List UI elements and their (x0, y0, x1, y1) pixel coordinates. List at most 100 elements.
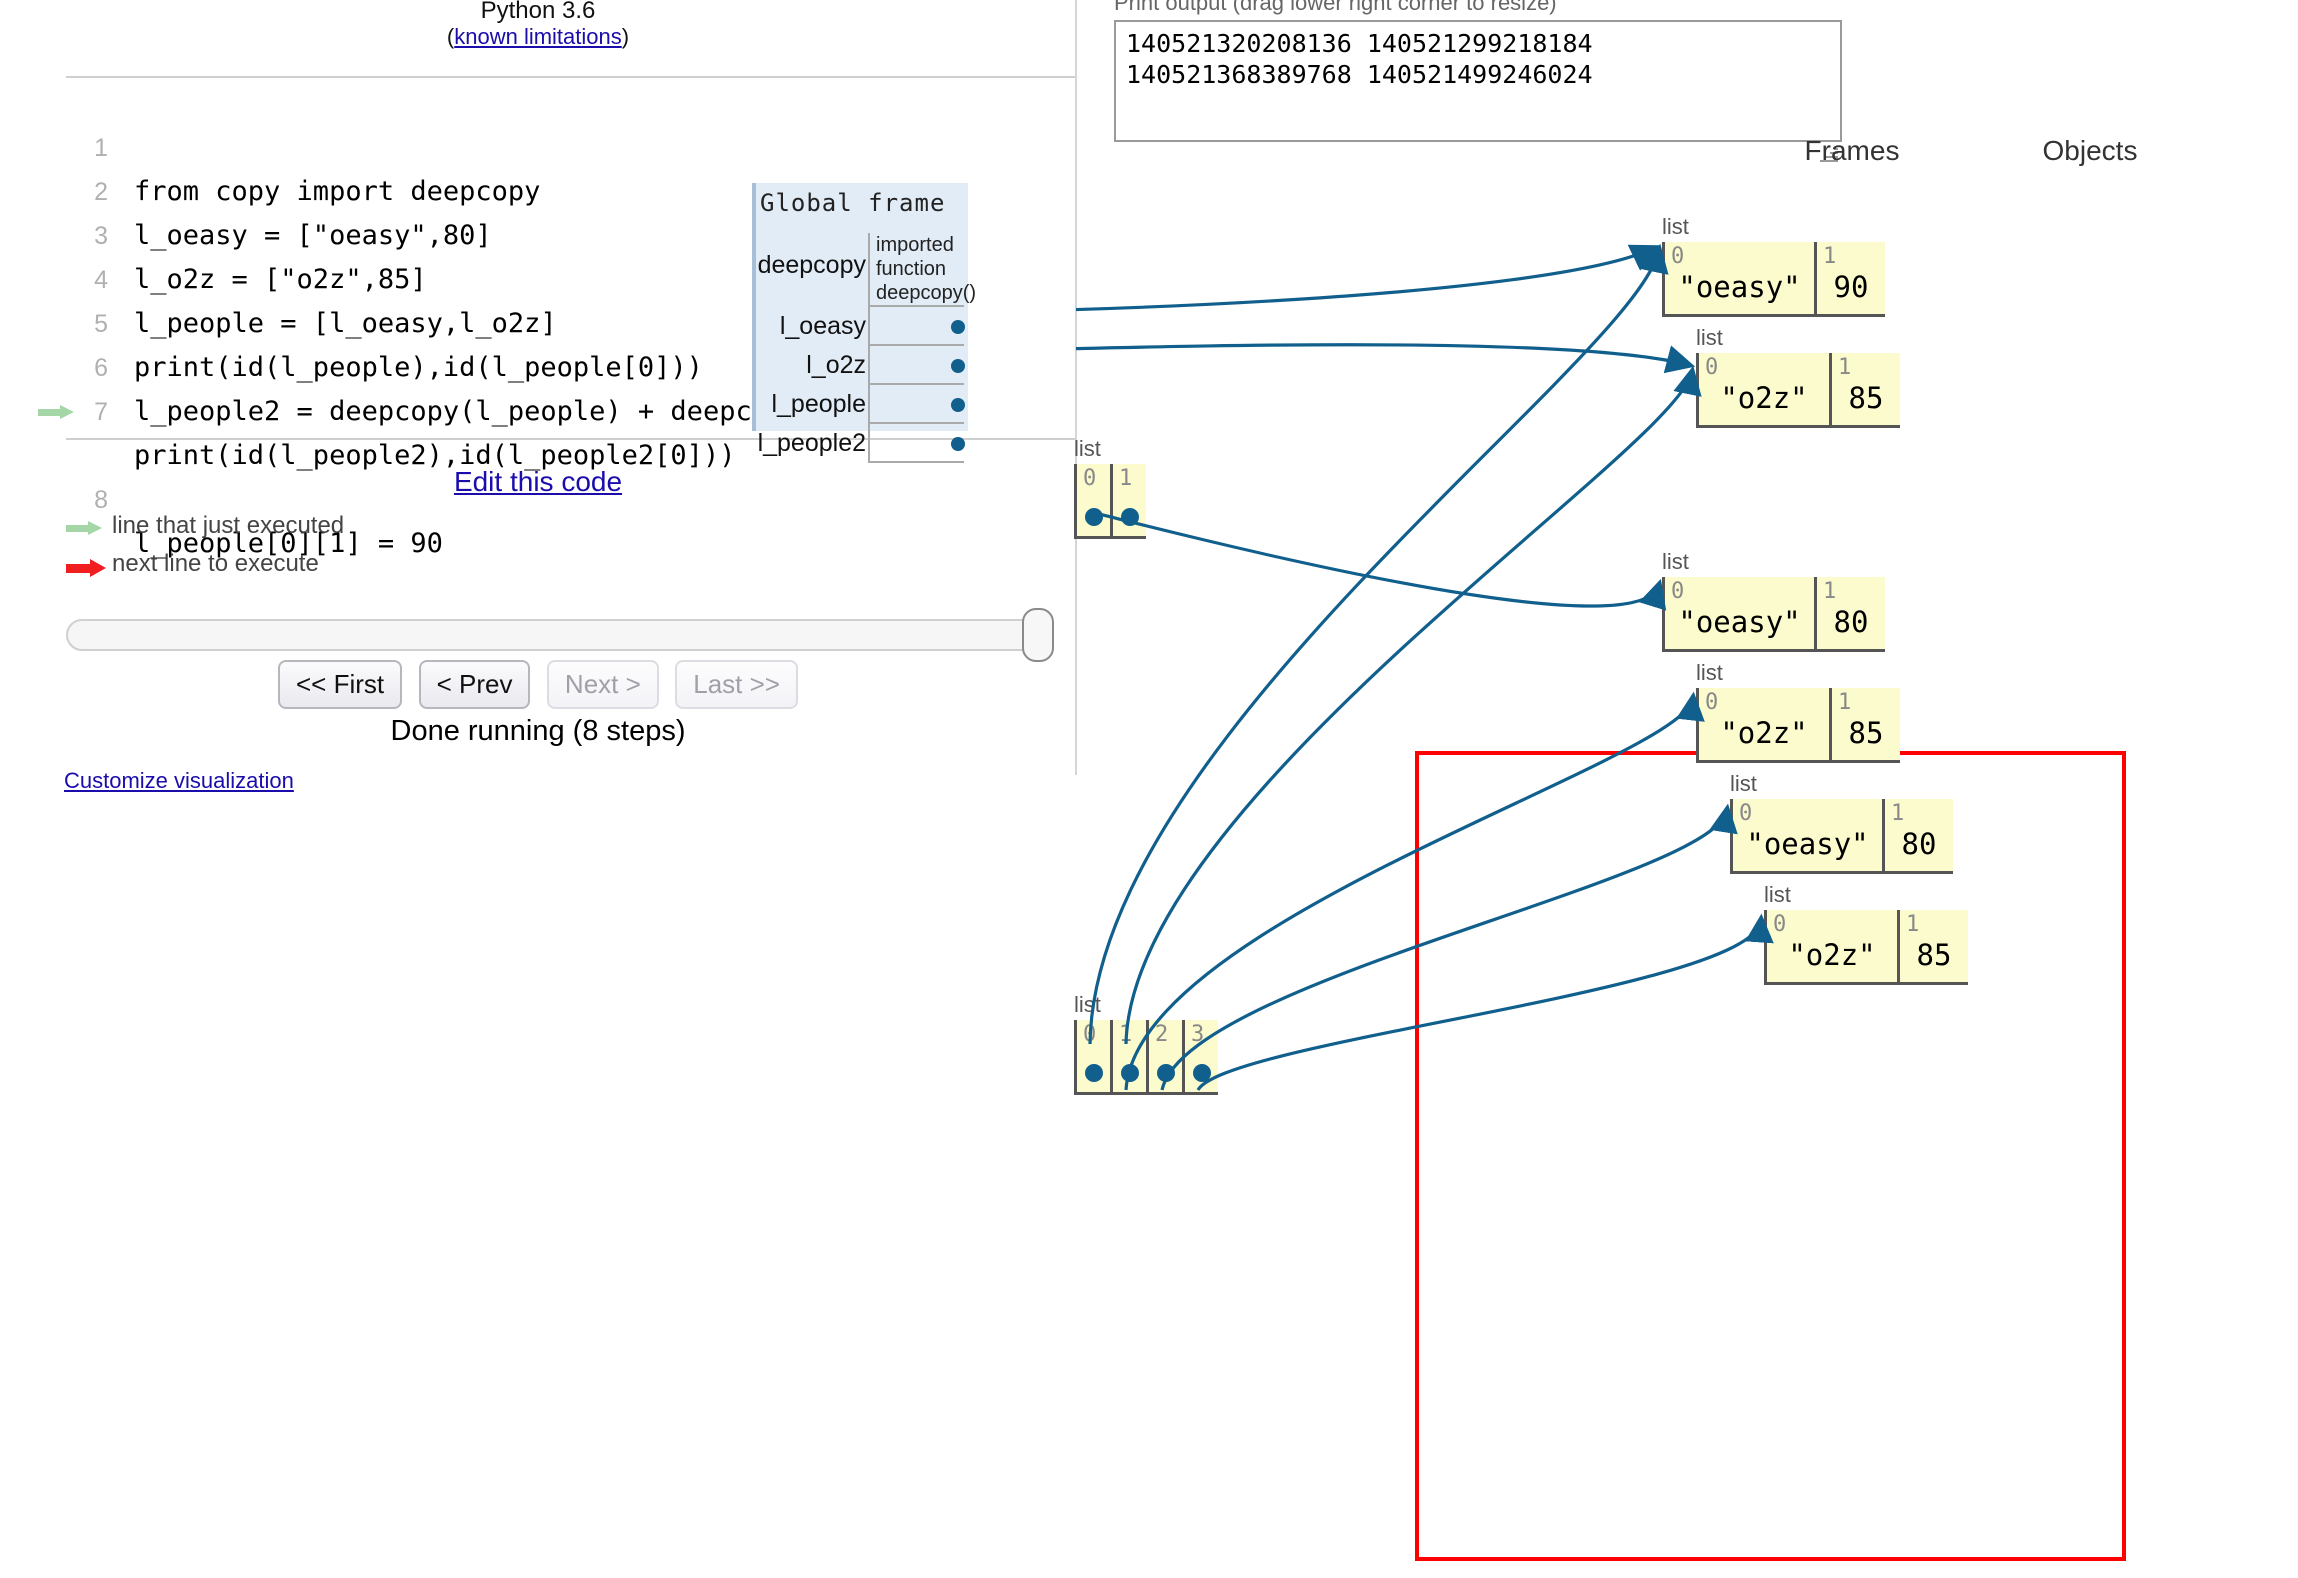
list-cell: 1 80 (1882, 799, 1953, 871)
list-cell: 0 (1074, 1020, 1110, 1092)
legend-executed-label: line that just executed (112, 512, 345, 539)
cell-index: 1 (1906, 912, 1920, 937)
cell-index: 0 (1739, 801, 1753, 826)
execution-status: Done running (8 steps) (390, 715, 686, 747)
objects-column-title: Objects (2042, 135, 2138, 166)
list-cell: 0 "oeasy" (1662, 242, 1814, 314)
frame-var-value: imported function deepcopy() (868, 233, 976, 307)
cell-index: 1 (1891, 801, 1905, 826)
object-type-label: list (1074, 436, 1101, 461)
object-type-label: list (1696, 325, 1723, 350)
list-cell: 1 (1110, 464, 1146, 536)
pointer-dot (951, 398, 965, 412)
cell-index: 2 (1155, 1022, 1169, 1047)
print-output-box: 140521320208136 140521299218184 14052136… (1114, 20, 1842, 142)
pointer-dot (1156, 1064, 1175, 1082)
cell-index: 1 (1119, 1022, 1133, 1047)
pointer-dot (1084, 508, 1103, 526)
list-cell: 1 85 (1897, 910, 1968, 982)
object-type-label: list (1074, 992, 1101, 1017)
object-type-label: list (1696, 660, 1723, 685)
known-limitations-link[interactable]: known limitations (454, 24, 622, 49)
frame-var-slot (868, 424, 964, 463)
cell-index: 0 (1773, 912, 1787, 937)
cell-index: 0 (1705, 690, 1719, 715)
code-line[interactable]: 1 from copy import deepcopy (66, 82, 1076, 207)
pointer-dot (1192, 1064, 1211, 1082)
list-cell: 0 (1074, 464, 1110, 536)
frame-var-slot (868, 346, 964, 385)
list-cell: 1 85 (1829, 688, 1900, 760)
frames-column-title: Frames (1804, 135, 1900, 166)
object-list: list 0 "o2z" 1 85 (1696, 325, 1900, 428)
first-button[interactable]: << First (278, 660, 403, 709)
pointer-dot (951, 437, 965, 451)
code-top-divider (66, 76, 1076, 78)
object-list: list 0 1 2 3 (1074, 992, 1218, 1095)
cell-index: 1 (1823, 244, 1837, 269)
list-cell: 0 "o2z" (1696, 688, 1829, 760)
object-type-label: list (1730, 771, 1757, 796)
cell-index: 1 (1838, 690, 1852, 715)
edit-this-code-link[interactable]: Edit this code (454, 466, 622, 497)
list-cell: 1 80 (1814, 577, 1885, 649)
red-arrow-icon (66, 559, 108, 577)
executed-line-arrow-icon (38, 405, 76, 419)
list-cell: 0 "oeasy" (1730, 799, 1882, 871)
prev-button[interactable]: < Prev (418, 660, 531, 709)
object-list: list 0 "oeasy" 1 90 (1662, 214, 1885, 317)
last-button[interactable]: Last >> (675, 660, 798, 709)
list-cell: 0 "o2z" (1764, 910, 1897, 982)
frame-var-name: l_people (771, 390, 866, 418)
cell-value: "o2z" (1720, 381, 1808, 415)
step-slider-track[interactable] (66, 619, 1044, 651)
cell-value: "o2z" (1788, 938, 1876, 972)
cell-value: 90 (1833, 270, 1869, 304)
pointer-dot (1120, 508, 1139, 526)
frame-var-name: l_oeasy (779, 312, 866, 340)
object-type-label: list (1662, 549, 1689, 574)
green-arrow-icon (66, 521, 108, 539)
cell-index: 0 (1671, 579, 1685, 604)
step-controls: << First < Prev Next > Last >> (0, 660, 1076, 709)
pointer-dot (1120, 1064, 1139, 1082)
list-cell: 1 (1110, 1020, 1146, 1092)
cell-index: 1 (1823, 579, 1837, 604)
code-line[interactable]: 2 l_oeasy = ["oeasy",80] (66, 126, 1076, 251)
frame-var-name: l_people2 (757, 429, 866, 457)
customize-visualization-link[interactable]: Customize visualization (64, 768, 294, 793)
step-slider-handle[interactable] (1022, 608, 1054, 662)
cell-value: "oeasy" (1678, 270, 1801, 304)
object-type-label: list (1764, 882, 1791, 907)
next-button[interactable]: Next > (546, 660, 659, 709)
cell-index: 1 (1838, 355, 1852, 380)
legend-next-label: next line to execute (112, 550, 319, 577)
cell-index: 1 (1119, 466, 1133, 491)
cell-value: 85 (1848, 381, 1884, 415)
list-cell: 1 90 (1814, 242, 1885, 314)
pointer-dot (951, 320, 965, 334)
object-type-label: list (1662, 214, 1689, 239)
visualization-pane: Print output (drag lower right corner to… (752, 0, 2298, 1578)
object-list: list 0 "oeasy" 1 80 (1730, 771, 1953, 874)
object-list: list 0 "oeasy" 1 80 (1662, 549, 1885, 652)
cell-index: 0 (1083, 1022, 1097, 1047)
global-frame: Global frame deepcopy imported function … (752, 183, 976, 463)
cell-value: 85 (1916, 938, 1952, 972)
known-limitations-line: (known limitations) (0, 22, 1076, 52)
cell-value: 80 (1901, 827, 1937, 861)
frame-var-name: l_o2z (806, 351, 866, 379)
cell-index: 0 (1083, 466, 1097, 491)
cell-value: "oeasy" (1746, 827, 1869, 861)
print-output-label: Print output (drag lower right corner to… (1114, 0, 1557, 15)
cell-value: "oeasy" (1678, 605, 1801, 639)
cell-value: 85 (1848, 716, 1884, 750)
cell-index: 0 (1671, 244, 1685, 269)
frame-var-slot (868, 385, 964, 424)
paren-close: ) (621, 24, 630, 49)
cell-value: "o2z" (1720, 716, 1808, 750)
list-cell: 2 (1146, 1020, 1182, 1092)
pythontutor-visualizer: Python 3.6 (known limitations) 1 from co… (0, 0, 2298, 1578)
frame-var-name: deepcopy (757, 251, 866, 279)
edit-code-link-wrap: Edit this code (0, 466, 1076, 498)
